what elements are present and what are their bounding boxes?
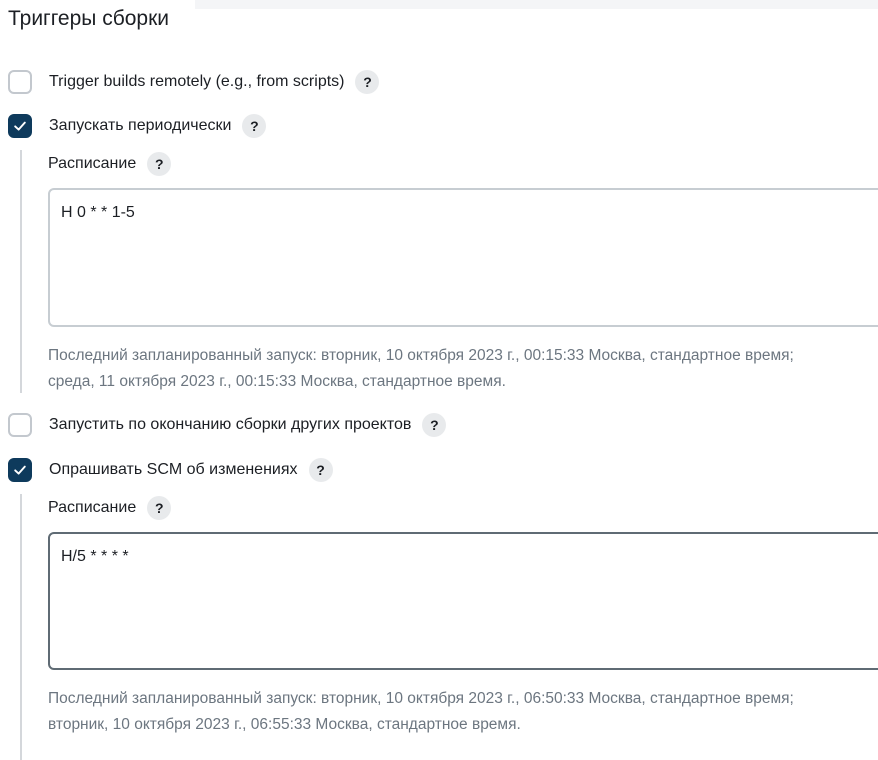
schedule-info-scm: Последний запланированный запуск: вторни… <box>48 686 878 738</box>
help-icon[interactable]: ? <box>355 70 380 94</box>
help-icon[interactable]: ? <box>308 458 333 482</box>
schedule-input-scm[interactable]: H/5 * * * * <box>48 532 878 670</box>
poll-scm-option: Опрашивать SCM об изменениях ? <box>8 456 333 484</box>
schedule-info-line: Последний запланированный запуск: вторни… <box>48 690 794 707</box>
checkmark-icon <box>14 121 26 131</box>
poll-scm-label[interactable]: Опрашивать SCM об изменениях <box>49 460 298 480</box>
trigger-remote-option: Trigger builds remotely (e.g., from scri… <box>8 68 380 96</box>
schedule-label-scm: Расписание ? <box>48 494 172 522</box>
build-periodically-checkbox[interactable] <box>8 114 32 138</box>
section-title: Триггеры сборки <box>8 7 170 30</box>
schedule-label-periodic: Расписание ? <box>48 150 172 178</box>
top-strip <box>195 0 878 9</box>
schedule-info-line: Последний запланированный запуск: вторни… <box>48 347 794 364</box>
nested-section-line <box>20 150 22 393</box>
build-periodically-option: Запускать периодически ? <box>8 112 267 140</box>
schedule-info-periodic: Последний запланированный запуск: вторни… <box>48 343 878 395</box>
build-after-other-projects-checkbox[interactable] <box>8 413 32 437</box>
build-after-other-projects-label[interactable]: Запустить по окончанию сборки других про… <box>49 415 411 435</box>
poll-scm-checkbox[interactable] <box>8 458 32 482</box>
schedule-label: Расписание <box>48 499 137 516</box>
help-icon[interactable]: ? <box>147 496 172 520</box>
trigger-remote-label[interactable]: Trigger builds remotely (e.g., from scri… <box>49 72 344 92</box>
schedule-info-line: среда, 11 октября 2023 г., 00:15:33 Моск… <box>48 373 506 390</box>
schedule-input-periodic[interactable]: H 0 * * 1-5 <box>48 188 878 327</box>
build-after-other-projects-option: Запустить по окончанию сборки других про… <box>8 411 447 439</box>
trigger-remote-checkbox[interactable] <box>8 70 32 94</box>
help-icon[interactable]: ? <box>422 413 447 437</box>
schedule-info-line: вторник, 10 октября 2023 г., 06:55:33 Мо… <box>48 716 521 733</box>
schedule-label: Расписание <box>48 155 137 172</box>
build-triggers-page: Триггеры сборки Trigger builds remotely … <box>0 0 878 760</box>
help-icon[interactable]: ? <box>147 152 172 176</box>
build-periodically-label[interactable]: Запускать периодически <box>49 116 231 136</box>
nested-section-line <box>20 494 22 760</box>
help-icon[interactable]: ? <box>242 114 267 138</box>
checkmark-icon <box>14 465 26 475</box>
